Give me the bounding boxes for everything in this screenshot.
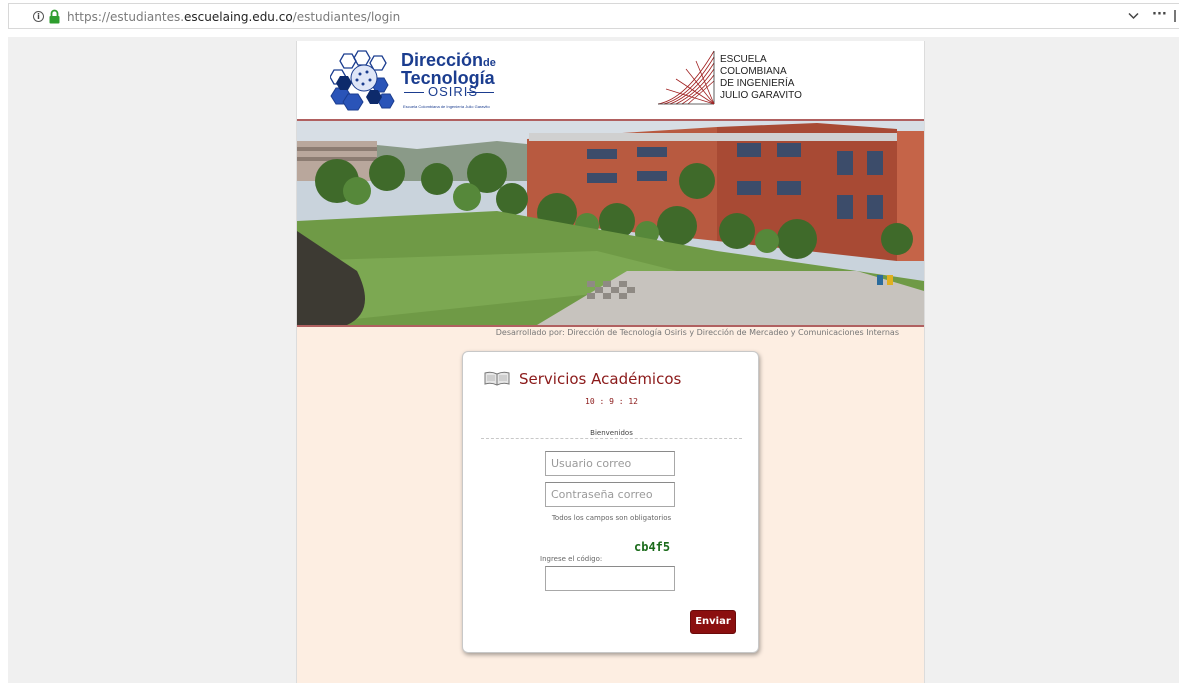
welcome-divider bbox=[481, 438, 742, 439]
eci-line: ESCUELA bbox=[720, 54, 767, 65]
osiris-rule-right bbox=[467, 92, 494, 93]
campus-photo bbox=[297, 121, 924, 325]
open-book-icon bbox=[484, 371, 510, 386]
eci-line: JULIO GARAVITO bbox=[720, 90, 802, 101]
more-icon[interactable]: ··· bbox=[1152, 8, 1167, 22]
credits-text: Desarrollado por: Dirección de Tecnologí… bbox=[495, 328, 899, 337]
osiris-caption: Escuela Colombiana de Ingeniería Julio G… bbox=[403, 104, 490, 109]
clock-display: 10 : 9 : 12 bbox=[585, 397, 638, 406]
welcome-text: Bienvenidos bbox=[590, 429, 633, 437]
username-input[interactable] bbox=[545, 451, 675, 476]
toolbar-edge-divider bbox=[1174, 10, 1176, 22]
required-fields-note: Todos los campos son obligatorios bbox=[551, 514, 672, 522]
url-domain: escuelaing.edu.co bbox=[184, 10, 293, 24]
chevron-down-icon[interactable] bbox=[1128, 12, 1139, 20]
captcha-label: Ingrese el código: bbox=[540, 555, 603, 563]
osiris-rule-left bbox=[404, 92, 424, 93]
eci-logo-icon bbox=[657, 50, 715, 105]
captcha-code: cb4f5 bbox=[634, 540, 671, 554]
browser-address-bar: i https://estudiantes.escuelaing.edu.co/… bbox=[0, 0, 1179, 36]
osiris-title-word: Dirección bbox=[401, 50, 484, 70]
osiris-logo-icon bbox=[330, 50, 395, 111]
url-path: /estudiantes/login bbox=[292, 10, 401, 24]
login-title: Servicios Académicos bbox=[519, 370, 682, 388]
eci-line: DE INGENIERÍA bbox=[720, 78, 795, 89]
url-text[interactable]: https://estudiantes.escuelaing.edu.co/es… bbox=[67, 9, 400, 25]
eci-wordmark: ESCUELA COLOMBIANA DE INGENIERÍA JULIO G… bbox=[720, 54, 802, 102]
info-icon[interactable]: i bbox=[33, 11, 44, 22]
eci-line: COLOMBIANA bbox=[720, 66, 787, 77]
password-input[interactable] bbox=[545, 482, 675, 507]
submit-button[interactable]: Enviar bbox=[690, 610, 736, 634]
captcha-input[interactable] bbox=[545, 566, 675, 591]
url-prefix: https://estudiantes. bbox=[67, 10, 185, 24]
lock-icon bbox=[49, 9, 60, 24]
photo-divider bbox=[297, 325, 924, 327]
